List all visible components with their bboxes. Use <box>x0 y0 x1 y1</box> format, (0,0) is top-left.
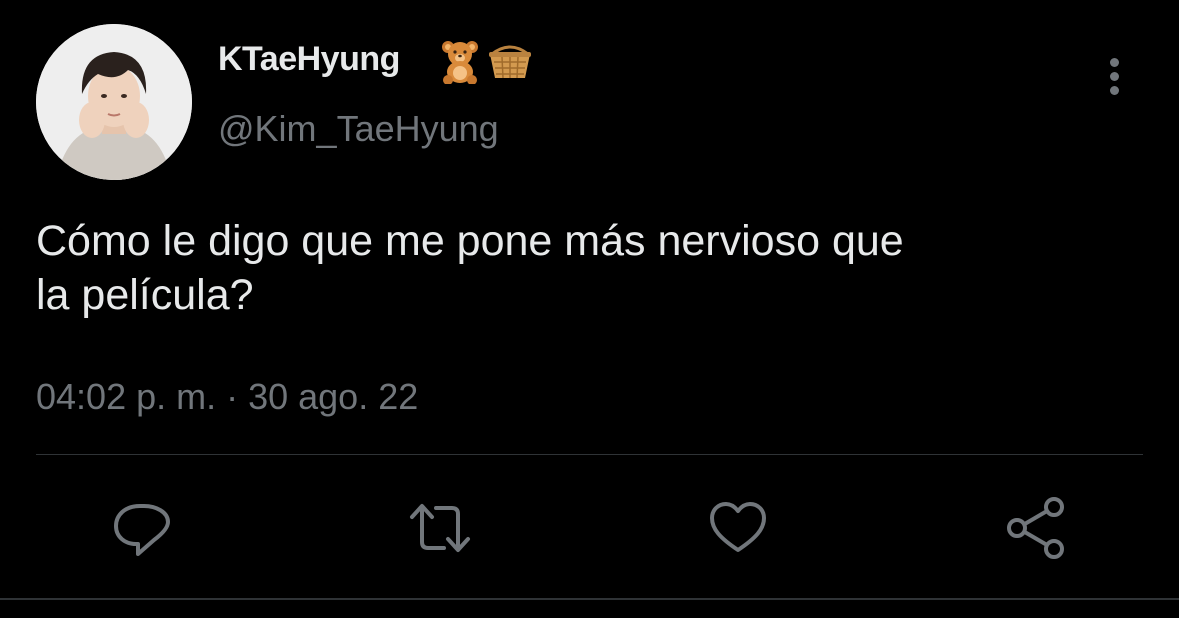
more-dot-icon <box>1110 72 1119 81</box>
user-handle[interactable]: @Kim_TaeHyung <box>218 108 499 150</box>
more-options-button[interactable] <box>1098 54 1134 98</box>
reply-button[interactable] <box>110 496 174 560</box>
basket-icon <box>486 36 534 84</box>
teddy-bear-icon <box>436 36 484 85</box>
share-button[interactable] <box>1004 496 1068 560</box>
tweet-timestamp[interactable]: 04:02 p. m. · 30 ago. 22 <box>36 376 418 418</box>
like-button[interactable] <box>706 496 770 560</box>
tweet-text: Cómo le digo que me pone más nervioso qu… <box>36 217 904 319</box>
reply-icon <box>114 504 170 556</box>
retweet-icon <box>410 504 470 552</box>
retweet-button[interactable] <box>408 496 472 560</box>
divider <box>0 598 1179 600</box>
divider <box>36 454 1143 455</box>
more-dot-icon <box>1110 58 1119 67</box>
tweet-card: KTaeHyung @Kim_TaeHyung Cómo le digo que… <box>0 0 1179 618</box>
display-name[interactable]: KTaeHyung <box>218 40 400 79</box>
avatar[interactable] <box>36 24 192 180</box>
heart-icon <box>710 502 766 552</box>
more-dot-icon <box>1110 86 1119 95</box>
share-icon <box>1007 497 1064 559</box>
